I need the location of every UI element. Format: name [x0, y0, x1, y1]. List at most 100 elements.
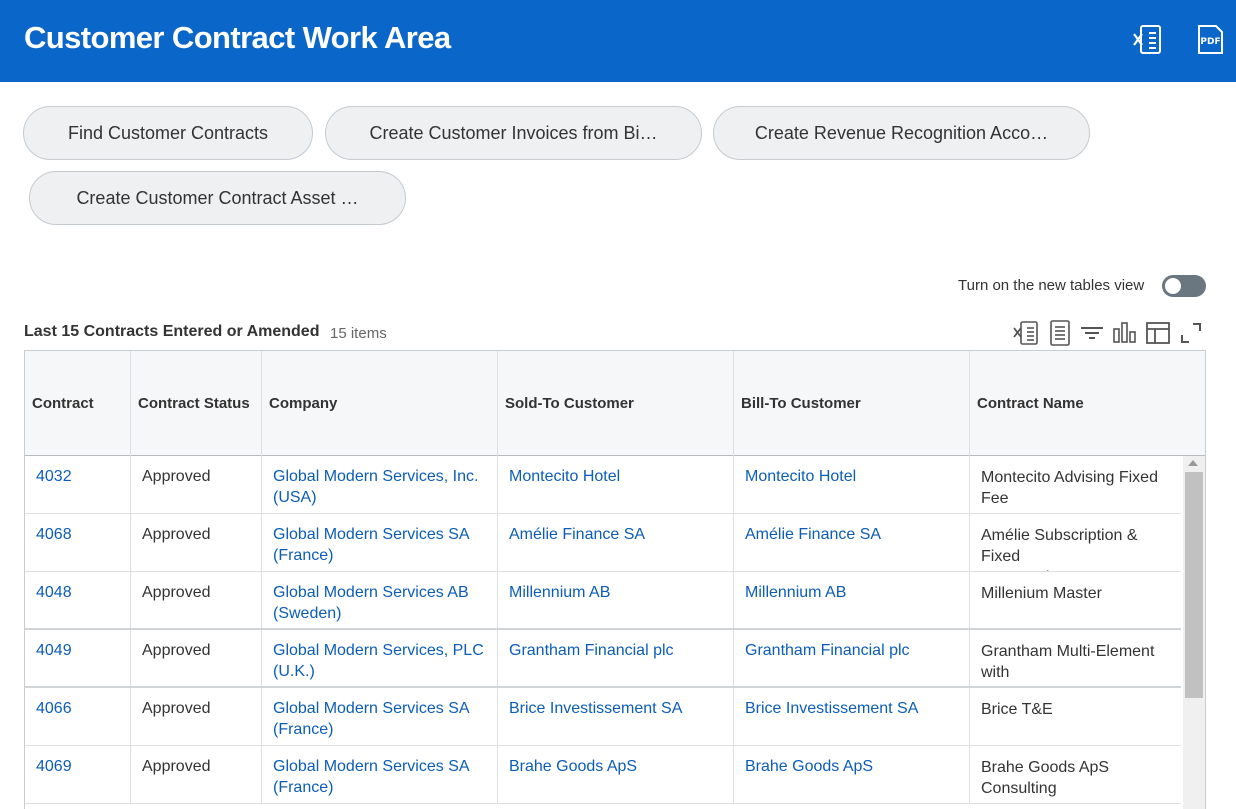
- sold-to-customer-link[interactable]: Grantham Financial plc: [498, 630, 734, 686]
- company-link[interactable]: Global Modern Services AB (Sweden): [262, 572, 498, 628]
- company-link[interactable]: Global Modern Services, PLC (U.K.): [262, 630, 498, 686]
- contracts-table: Contract Contract Status Company Sold-To…: [24, 350, 1206, 809]
- contract-name-cell-text: Amélie Subscription & Fixed: [981, 527, 1138, 565]
- contract-status-cell: Approved: [131, 746, 262, 803]
- contract-number-link[interactable]: 4048: [25, 572, 131, 628]
- contract-number-link-text: 4069: [36, 758, 72, 775]
- table-row[interactable]: 4049 Approved Global Modern Services, PLC (…: [25, 630, 1181, 688]
- company-link-text: (France): [273, 721, 334, 738]
- view-details-icon[interactable]: [1047, 320, 1073, 346]
- contract-number-link-text: 4066: [36, 700, 72, 717]
- sold-to-customer-link-text: Amélie Finance SA: [509, 526, 646, 543]
- bill-to-customer-link-text: Amélie Finance SA: [745, 526, 882, 543]
- contract-name-cell-text: Brice T&E: [981, 701, 1053, 718]
- fullscreen-icon[interactable]: [1178, 320, 1204, 346]
- new-tables-view-label: Turn on the new tables view: [958, 277, 1145, 294]
- contract-number-link[interactable]: 4068: [25, 514, 131, 571]
- contract-number-link-text: 4049: [36, 642, 72, 659]
- table-scrollbar[interactable]: [1183, 456, 1205, 809]
- contract-name-cell-text: Fee Services: [981, 567, 1171, 571]
- sold-to-customer-link[interactable]: Brahe Goods ApS: [498, 746, 734, 803]
- bill-to-customer-link[interactable]: Grantham Financial plc: [734, 630, 970, 686]
- contract-status-cell: Approved: [131, 572, 262, 628]
- table-row[interactable]: 4068 Approved Global Modern Services SA (Fr…: [25, 514, 1181, 572]
- bill-to-customer-link-text: Montecito Hotel: [745, 468, 857, 485]
- columns-icon[interactable]: [1145, 320, 1171, 346]
- company-link-text: Global Modern Services SA: [273, 758, 470, 775]
- contract-name-cell-text: Montecito Advising Fixed Fee: [981, 469, 1158, 507]
- chart-icon[interactable]: [1112, 320, 1138, 346]
- contract-name-cell: Amélie Subscription & Fixed Fee Services: [970, 514, 1181, 571]
- filter-icon[interactable]: [1079, 320, 1105, 346]
- company-link[interactable]: Global Modern Services SA (France): [262, 746, 498, 803]
- find-customer-contracts-button[interactable]: Find Customer Contracts: [23, 106, 313, 160]
- contract-name-cell: Millenium Master: [970, 572, 1181, 628]
- column-header-bill-to-customer[interactable]: Bill-To Customer: [734, 351, 970, 456]
- company-link-text: Global Modern Services AB: [273, 584, 469, 601]
- column-header-contract[interactable]: Contract: [25, 351, 131, 456]
- grid-item-count: 15 items: [330, 325, 387, 342]
- company-link[interactable]: Global Modern Services SA (France): [262, 688, 498, 745]
- bill-to-customer-link[interactable]: Brice Investissement SA: [734, 688, 970, 745]
- contract-number-link[interactable]: 4066: [25, 688, 131, 745]
- contract-status-cell: Approved: [131, 514, 262, 571]
- create-revenue-recognition-button[interactable]: Create Revenue Recognition Acco…: [713, 106, 1090, 160]
- sold-to-customer-link-text: Millennium AB: [509, 584, 611, 601]
- contract-name-cell-text: Revenue Allocation: [981, 683, 1171, 686]
- column-header-company[interactable]: Company: [262, 351, 498, 456]
- bill-to-customer-link[interactable]: Montecito Hotel: [734, 456, 970, 513]
- excel-export-icon[interactable]: [1013, 320, 1039, 346]
- company-link-text: Global Modern Services SA: [273, 700, 470, 717]
- scroll-thumb[interactable]: [1185, 472, 1203, 698]
- column-header-contract-status[interactable]: Contract Status: [131, 351, 262, 456]
- company-link[interactable]: Global Modern Services, Inc. (USA): [262, 456, 498, 513]
- company-link-text: (U.K.): [273, 663, 315, 680]
- svg-text:PDF: PDF: [1200, 37, 1220, 47]
- contract-name-cell: Brice T&E: [970, 688, 1181, 745]
- table-row[interactable]: 4069 Approved Global Modern Services SA (Fr…: [25, 746, 1181, 804]
- sold-to-customer-link-text: Grantham Financial plc: [509, 642, 674, 659]
- contract-name-cell-text: Grantham Multi-Element with: [981, 643, 1155, 681]
- sold-to-customer-link-text: Brahe Goods ApS: [509, 758, 638, 775]
- company-link-text: (France): [273, 547, 334, 564]
- sold-to-customer-link[interactable]: Montecito Hotel: [498, 456, 734, 513]
- contract-number-link[interactable]: 4049: [25, 630, 131, 686]
- table-header: Contract Contract Status Company Sold-To…: [25, 351, 1205, 456]
- contract-status-cell-text: Approved: [142, 526, 211, 543]
- bill-to-customer-link-text: Brice Investissement SA: [745, 700, 919, 717]
- sold-to-customer-link[interactable]: Amélie Finance SA: [498, 514, 734, 571]
- toggle-knob: [1165, 278, 1181, 294]
- sold-to-customer-link-text: Montecito Hotel: [509, 468, 621, 485]
- contract-status-cell-text: Approved: [142, 584, 211, 601]
- company-link-text: (France): [273, 779, 334, 796]
- new-tables-view-toggle[interactable]: [1162, 275, 1206, 297]
- create-customer-invoices-button[interactable]: Create Customer Invoices from Bi…: [325, 106, 702, 160]
- contract-number-link[interactable]: 4032: [25, 456, 131, 513]
- table-row[interactable]: 4066 Approved Global Modern Services SA (Fr…: [25, 688, 1181, 746]
- contract-status-cell-text: Approved: [142, 758, 211, 775]
- contract-status-cell: Approved: [131, 630, 262, 686]
- bill-to-customer-link-text: Millennium AB: [745, 584, 847, 601]
- scroll-up-icon[interactable]: [1188, 460, 1198, 466]
- column-header-sold-to-customer[interactable]: Sold-To Customer: [498, 351, 734, 456]
- contract-name-cell: Grantham Multi-Element with Revenue Alloc…: [970, 630, 1181, 686]
- contract-number-link-text: 4032: [36, 468, 72, 485]
- company-link-text: (Sweden): [273, 605, 342, 622]
- contract-status-cell-text: Approved: [142, 468, 211, 485]
- contract-status-cell-text: Approved: [142, 642, 211, 659]
- sold-to-customer-link[interactable]: Brice Investissement SA: [498, 688, 734, 745]
- sold-to-customer-link[interactable]: Millennium AB: [498, 572, 734, 628]
- table-row[interactable]: 4032 Approved Global Modern Services, Inc.…: [25, 456, 1181, 514]
- bill-to-customer-link[interactable]: Brahe Goods ApS: [734, 746, 970, 803]
- contract-number-link[interactable]: 4069: [25, 746, 131, 803]
- contract-name-cell: Brahe Goods ApS Consulting: [970, 746, 1181, 803]
- bill-to-customer-link[interactable]: Millennium AB: [734, 572, 970, 628]
- company-link[interactable]: Global Modern Services SA (France): [262, 514, 498, 571]
- table-row[interactable]: 4048 Approved Global Modern Services AB (Sw…: [25, 572, 1181, 630]
- create-customer-contract-asset-button[interactable]: Create Customer Contract Asset …: [29, 171, 406, 225]
- column-header-contract-name[interactable]: Contract Name: [970, 351, 1205, 456]
- bill-to-customer-link[interactable]: Amélie Finance SA: [734, 514, 970, 571]
- excel-export-icon[interactable]: [1133, 24, 1163, 56]
- company-link-text: Global Modern Services SA: [273, 526, 470, 543]
- pdf-export-icon[interactable]: PDF: [1195, 24, 1225, 56]
